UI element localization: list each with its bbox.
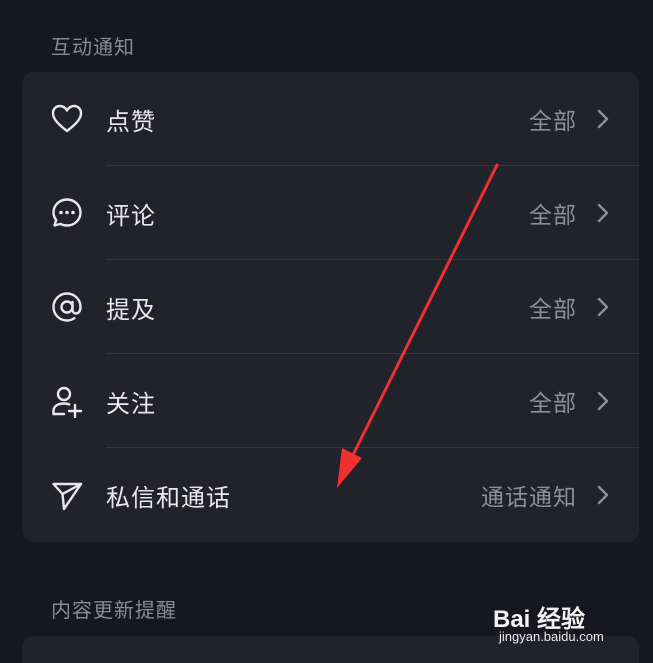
baidu-jingyan-watermark: Bai 经验 jingyan.baidu.com — [493, 599, 643, 649]
notification-settings-page: 互动通知 点赞 全部 评论 全部 提及 全部 关注 全部 私信和通话 通话通知 … — [0, 0, 653, 663]
watermark-url: jingyan.baidu.com — [499, 629, 604, 644]
annotation-arrow — [337, 163, 499, 488]
